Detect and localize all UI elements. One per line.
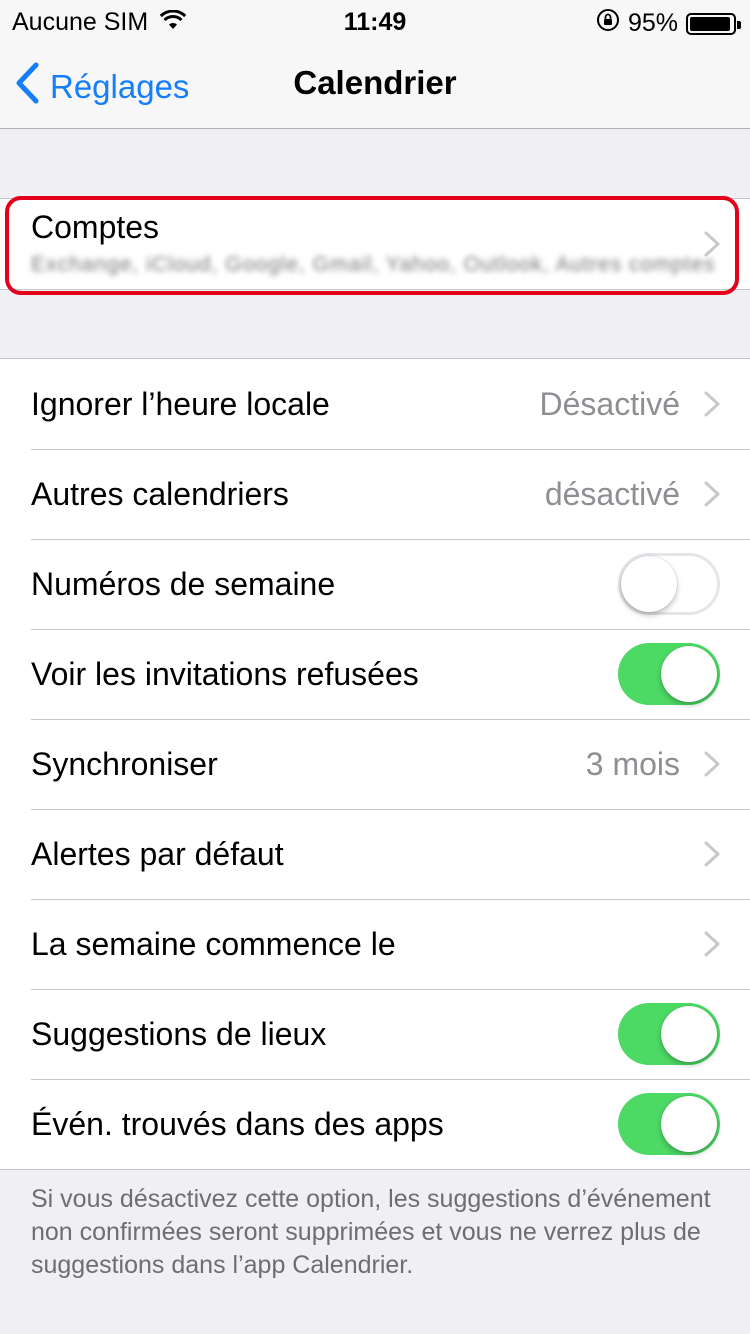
toggle-knob [661,1006,717,1062]
chevron-right-icon [704,931,720,957]
default-alerts-row[interactable]: Alertes par défaut [0,809,750,899]
chevron-right-icon [704,481,720,507]
other-calendars-row[interactable]: Autres calendriers désactivé [0,449,750,539]
status-bar: Aucune SIM 11:49 95% [0,0,750,40]
battery-fill [690,16,730,31]
week-numbers-row: Numéros de semaine [0,539,750,629]
chevron-right-icon [704,841,720,867]
row-label: Voir les invitations refusées [31,655,419,692]
show-declined-invitations-toggle[interactable] [618,643,720,705]
navigation-bar: Réglages Calendrier [0,40,750,129]
week-numbers-toggle[interactable] [618,553,720,615]
row-label: Ignorer l’heure locale [31,385,330,422]
settings-group: Ignorer l’heure locale Désactivé Autres … [0,358,750,1170]
row-label: La semaine commence le [31,925,396,962]
row-label: Numéros de semaine [31,565,336,602]
battery-icon [686,12,741,35]
row-label: Suggestions de lieux [31,1015,327,1052]
row-label: Autres calendriers [31,475,289,512]
battery-percent: 95% [627,9,678,37]
chevron-right-icon [704,751,720,777]
orientation-lock-icon [596,8,620,39]
highlight-frame [5,196,739,295]
chevron-right-icon [704,391,720,417]
row-label: Synchroniser [31,745,218,782]
row-label: Évén. trouvés dans des apps [31,1105,444,1142]
events-found-in-apps-row: Évén. trouvés dans des apps [0,1079,750,1169]
status-right: 95% [596,8,741,39]
location-suggestions-row: Suggestions de lieux [0,989,750,1079]
show-declined-invitations-row: Voir les invitations refusées [0,629,750,719]
toggle-knob [661,1096,717,1152]
toggle-knob [621,556,677,612]
row-label: Alertes par défaut [31,835,284,872]
week-starts-on-row[interactable]: La semaine commence le [0,899,750,989]
events-found-in-apps-toggle[interactable] [618,1093,720,1155]
ignore-local-time-row[interactable]: Ignorer l’heure locale Désactivé [0,359,750,449]
row-value: Désactivé [539,385,681,422]
sync-row[interactable]: Synchroniser 3 mois [0,719,750,809]
row-value: désactivé [544,475,680,512]
location-suggestions-toggle[interactable] [618,1003,720,1065]
footer-note: Si vous désactivez cette option, les sug… [31,1185,711,1279]
row-value: 3 mois [585,745,680,782]
toggle-knob [661,646,717,702]
page-title: Calendrier [293,64,457,101]
